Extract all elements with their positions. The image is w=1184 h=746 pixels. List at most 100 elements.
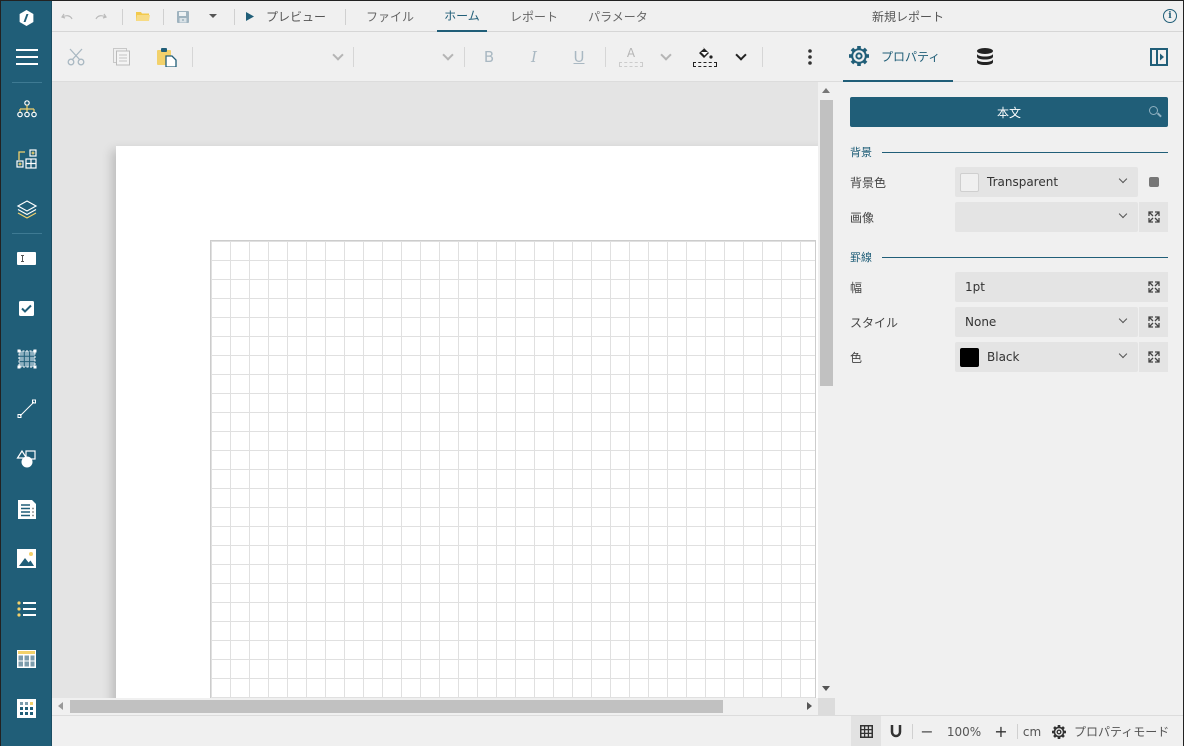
bg-color-select[interactable]: Transparent: [955, 167, 1138, 197]
menu-button[interactable]: [1, 35, 52, 79]
zoom-out-button[interactable]: −: [916, 716, 938, 746]
chevron-down-icon: [442, 48, 454, 61]
property-search[interactable]: 本文: [850, 97, 1168, 127]
bg-color-indicator[interactable]: [1139, 167, 1168, 197]
section-border: 罫線: [850, 250, 1168, 264]
zoom-level[interactable]: 100%: [942, 716, 986, 746]
grid-icon: [859, 725, 873, 738]
font-size-select[interactable]: [362, 32, 462, 82]
snap-toggle-button[interactable]: [884, 716, 908, 746]
scroll-left-icon[interactable]: [58, 702, 63, 710]
border-width-input[interactable]: 1pt: [955, 272, 1168, 302]
report-body-grid[interactable]: [210, 240, 816, 698]
property-mode-button[interactable]: プロパティモード: [1052, 716, 1178, 746]
sidebar-item-layers[interactable]: [1, 187, 52, 231]
tab-home[interactable]: ホーム: [437, 1, 487, 32]
border-style-value: None: [965, 315, 997, 329]
tab-file[interactable]: ファイル: [356, 1, 424, 32]
sidebar-item-line[interactable]: [1, 387, 52, 431]
border-color-expand-button[interactable]: [1139, 342, 1168, 372]
units-button[interactable]: cm: [1020, 716, 1044, 746]
sidebar-item-richtext[interactable]: [1, 487, 52, 531]
gear-icon: [849, 46, 869, 66]
scroll-down-icon[interactable]: [822, 686, 830, 691]
bg-color-value: Transparent: [987, 175, 1059, 189]
property-label: 背景色: [850, 175, 887, 190]
report-page[interactable]: [116, 146, 818, 698]
open-button[interactable]: [132, 1, 154, 32]
sidebar-item-image[interactable]: [1, 537, 52, 581]
sidebar-item-components[interactable]: [1, 137, 52, 181]
font-color-dropdown[interactable]: [655, 32, 677, 82]
separator: [762, 47, 763, 67]
checkbox-icon: [18, 301, 34, 316]
property-label: 幅: [850, 280, 863, 295]
sidebar-item-list[interactable]: [1, 587, 52, 631]
properties-tab[interactable]: プロパティ: [843, 32, 953, 82]
copy-button[interactable]: [108, 32, 136, 82]
logo-icon: [19, 10, 34, 26]
components-icon: [15, 149, 37, 169]
layers-icon: [16, 200, 37, 219]
horizontal-scroll-thumb[interactable]: [70, 700, 723, 713]
border-color-select[interactable]: Black: [955, 342, 1138, 372]
underline-button[interactable]: U: [566, 32, 592, 82]
vertical-scrollbar[interactable]: [818, 82, 835, 698]
section-divider: [882, 256, 1168, 258]
scroll-up-icon[interactable]: [822, 88, 830, 93]
save-dropdown-button[interactable]: [204, 1, 222, 32]
section-title: 罫線: [850, 251, 872, 264]
vertical-scroll-thumb[interactable]: [820, 100, 833, 386]
more-options-button[interactable]: [800, 32, 820, 82]
sidebar-item-table[interactable]: [1, 637, 52, 681]
properties-tab-label: プロパティ: [881, 49, 941, 64]
fill-color-button[interactable]: [690, 32, 720, 82]
font-color-button[interactable]: A: [617, 32, 645, 82]
tab-parameters[interactable]: パラメータ: [580, 1, 656, 32]
table-icon: [16, 650, 36, 668]
redo-button[interactable]: [90, 1, 112, 32]
font-color-label: A: [626, 46, 636, 60]
separator: [605, 47, 606, 67]
image-select[interactable]: [955, 202, 1138, 232]
design-canvas[interactable]: [52, 82, 818, 698]
property-mode-label: プロパティモード: [1074, 725, 1170, 739]
sidebar-item-shape[interactable]: [1, 437, 52, 481]
border-style-expand-button[interactable]: [1139, 307, 1168, 337]
sidebar-item-textbox[interactable]: [1, 237, 52, 281]
app-logo[interactable]: [1, 1, 52, 35]
sidebar: [1, 1, 52, 746]
expand-icon: [1147, 281, 1160, 293]
font-family-select[interactable]: [202, 32, 352, 82]
fill-color-dropdown[interactable]: [730, 32, 752, 82]
richtext-icon: [17, 500, 36, 519]
grid-toggle-button[interactable]: [851, 716, 881, 746]
tab-report[interactable]: レポート: [500, 1, 568, 32]
border-width-expand-button[interactable]: [1139, 272, 1168, 302]
border-color-value: Black: [987, 350, 1020, 364]
image-expand-button[interactable]: [1139, 202, 1168, 232]
sidebar-item-checkbox[interactable]: [1, 287, 52, 331]
cut-button[interactable]: [62, 32, 90, 82]
preview-button[interactable]: プレビュー: [246, 1, 336, 32]
info-icon[interactable]: i: [1163, 9, 1177, 23]
bold-button[interactable]: B: [476, 32, 502, 82]
search-icon[interactable]: [1149, 106, 1158, 115]
undo-button[interactable]: [56, 1, 78, 32]
sidebar-item-report-explorer[interactable]: [1, 87, 52, 131]
sidebar-item-tablix[interactable]: [1, 687, 52, 731]
italic-button[interactable]: I: [521, 32, 547, 82]
scroll-right-icon[interactable]: [807, 702, 812, 710]
property-row-image: 画像: [850, 202, 1168, 232]
toggle-panel-button[interactable]: [1146, 32, 1172, 82]
zoom-in-button[interactable]: +: [990, 716, 1012, 746]
save-button[interactable]: [172, 1, 194, 32]
border-style-select[interactable]: None: [955, 307, 1138, 337]
data-tab[interactable]: [972, 32, 998, 82]
horizontal-scrollbar[interactable]: [52, 698, 818, 715]
tab-label: ホーム: [444, 9, 480, 23]
properties-panel: 本文 背景 背景色 Transparent 画像 罫線 幅 1pt スタイル N…: [835, 82, 1183, 715]
fill-color-swatch: [693, 62, 717, 67]
sidebar-item-container[interactable]: [1, 337, 52, 381]
paste-button[interactable]: [153, 32, 181, 82]
